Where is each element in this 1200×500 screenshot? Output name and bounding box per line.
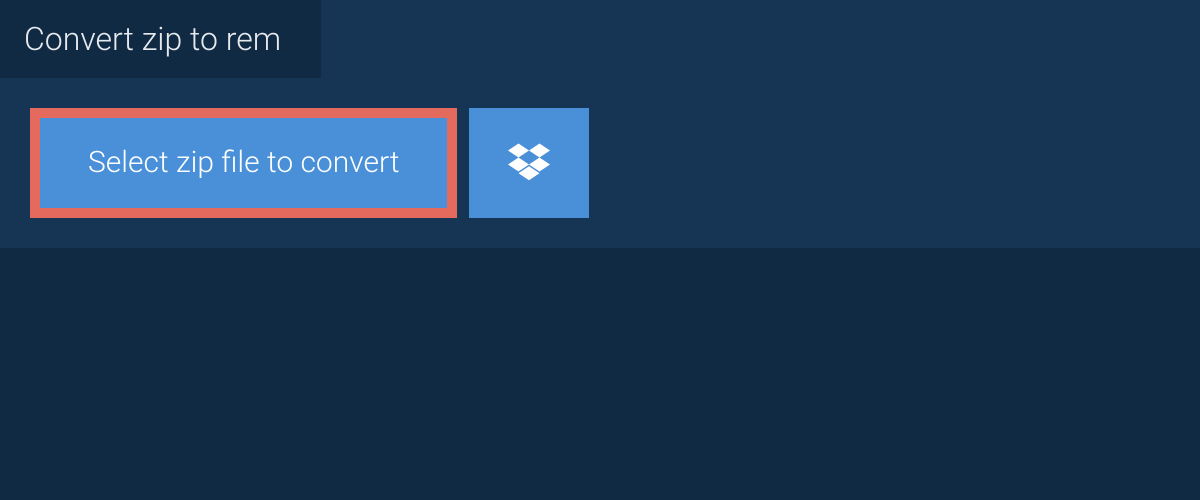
- select-file-button[interactable]: Select zip file to convert: [30, 108, 457, 218]
- dropbox-button[interactable]: [469, 108, 589, 218]
- action-row: Select zip file to convert: [0, 78, 1200, 248]
- page-title: Convert zip to rem: [0, 0, 321, 78]
- select-file-label: Select zip file to convert: [88, 148, 399, 178]
- dropbox-icon: [508, 140, 550, 186]
- converter-panel: Convert zip to rem Select zip file to co…: [0, 0, 1200, 248]
